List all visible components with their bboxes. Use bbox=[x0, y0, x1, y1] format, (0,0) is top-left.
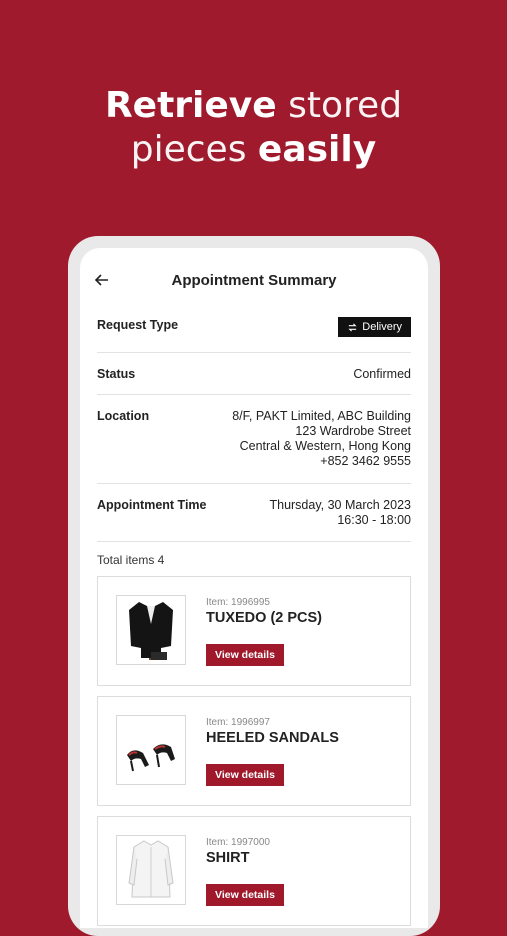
headline-light-1: stored bbox=[288, 85, 403, 126]
shirt-image bbox=[116, 835, 186, 905]
headline-light-2: pieces bbox=[130, 129, 247, 170]
headline-strong-2: easily bbox=[257, 129, 377, 170]
page-title: Appointment Summary bbox=[171, 272, 337, 289]
view-details-button[interactable]: View details bbox=[206, 764, 284, 786]
request-type-row: Request Type Delivery bbox=[97, 317, 411, 353]
location-line: 123 Wardrobe Street bbox=[295, 424, 411, 438]
status-row: Status Confirmed bbox=[97, 353, 411, 395]
location-label: Location bbox=[97, 409, 150, 423]
total-items: Total items 4 bbox=[97, 553, 165, 567]
summary-content: Request Type Delivery Status Confirmed L… bbox=[80, 317, 428, 926]
appointment-date: Thursday, 30 March 2023 bbox=[269, 498, 411, 512]
delivery-badge: Delivery bbox=[338, 317, 411, 337]
location-phone: +852 3462 9555 bbox=[320, 454, 411, 468]
item-name: TUXEDO (2 PCS) bbox=[206, 610, 323, 626]
view-details-button[interactable]: View details bbox=[206, 644, 284, 666]
appointment-slot: 16:30 - 18:00 bbox=[337, 513, 411, 527]
status-label: Status bbox=[97, 367, 136, 381]
request-type-label: Request Type bbox=[97, 318, 179, 332]
sandals-image bbox=[116, 715, 186, 785]
appointment-time-value: Thursday, 30 March 2023 16:30 - 18:00 bbox=[269, 498, 411, 528]
location-line: Central & Western, Hong Kong bbox=[239, 439, 411, 453]
headline: Retrieve stored pieces easily bbox=[0, 84, 507, 172]
appointment-time-label: Appointment Time bbox=[97, 498, 207, 512]
status-value: Confirmed bbox=[353, 367, 411, 381]
location-line: 8/F, PAKT Limited, ABC Building bbox=[232, 409, 411, 423]
swap-icon bbox=[348, 322, 357, 332]
app-screen: Appointment Summary Request Type Deliver… bbox=[80, 248, 428, 928]
item-number: Item: 1996997 bbox=[206, 717, 270, 728]
item-name: SHIRT bbox=[206, 850, 250, 866]
view-details-button[interactable]: View details bbox=[206, 884, 284, 906]
location-value: 8/F, PAKT Limited, ABC Building 123 Ward… bbox=[232, 409, 411, 469]
item-card: Item: 1996995 TUXEDO (2 PCS) View detail… bbox=[97, 576, 411, 686]
tuxedo-image bbox=[116, 595, 186, 665]
nav-bar: Appointment Summary bbox=[80, 248, 428, 318]
item-card: Item: 1997000 SHIRT View details bbox=[97, 816, 411, 926]
item-number: Item: 1996995 bbox=[206, 597, 270, 608]
item-card: Item: 1996997 HEELED SANDALS View detail… bbox=[97, 696, 411, 806]
appointment-time-row: Appointment Time Thursday, 30 March 2023… bbox=[97, 484, 411, 542]
delivery-badge-label: Delivery bbox=[362, 321, 402, 333]
headline-strong-1: Retrieve bbox=[104, 85, 277, 126]
item-name: HEELED SANDALS bbox=[206, 730, 339, 746]
item-number: Item: 1997000 bbox=[206, 837, 270, 848]
location-row: Location 8/F, PAKT Limited, ABC Building… bbox=[97, 395, 411, 484]
